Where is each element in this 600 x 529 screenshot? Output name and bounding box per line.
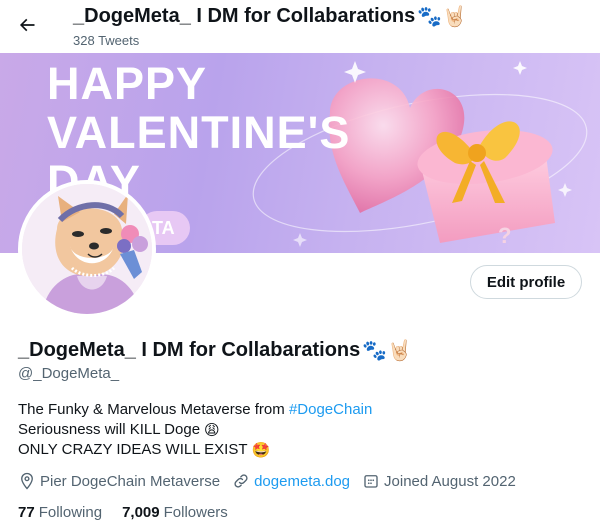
weary-face-emoji: 😩 [204, 421, 220, 439]
star-struck-emoji: 🤩 [251, 441, 271, 459]
website-item[interactable]: dogemeta.dog [232, 472, 350, 490]
profile-header-bar: _DogeMeta_ I DM for Collabarations 🐾🤘🏻 3… [0, 0, 600, 53]
profile-display-name: _DogeMeta_ I DM for Collabarations 🐾🤘🏻 [18, 338, 412, 362]
location-text: Pier DogeChain Metaverse [40, 472, 221, 490]
profile-bio: The Funky & Marvelous Metaverse from #Do… [18, 400, 372, 460]
header-title: _DogeMeta_ I DM for Collabarations 🐾🤘🏻 [73, 4, 467, 28]
banner-line: HAPPY [47, 58, 208, 109]
avatar[interactable] [18, 180, 156, 318]
header-title-text: _DogeMeta_ I DM for Collabarations [73, 4, 416, 27]
followers-label: Followers [163, 504, 228, 521]
bio-text: ONLY CRAZY IDEAS WILL EXIST [18, 441, 248, 458]
following-label: Following [38, 504, 103, 521]
profile-handle: @_DogeMeta_ [18, 365, 120, 382]
location-item: Pier DogeChain Metaverse [18, 472, 220, 490]
location-pin-icon [21, 472, 33, 490]
joined-item: Joined August 2022 [362, 472, 516, 490]
bio-line: ONLY CRAZY IDEAS WILL EXIST 🤩 [18, 440, 372, 460]
back-button[interactable] [8, 6, 46, 44]
bio-line: Seriousness will KILL Doge 😩 [18, 420, 372, 440]
following-count: 77 [18, 504, 35, 521]
website-link[interactable]: dogemeta.dog [254, 473, 350, 490]
arrow-left-icon [19, 18, 35, 32]
svg-text:?: ? [498, 223, 511, 248]
bio-text: The Funky & Marvelous Metaverse from [18, 401, 289, 418]
followers-count: 7,009 [122, 504, 160, 521]
banner-line: VALENTINE'S [47, 107, 351, 158]
display-name-text: _DogeMeta_ I DM for Collabarations [18, 338, 361, 361]
link-icon [234, 474, 248, 488]
header-title-emoji: 🐾🤘🏻 [417, 4, 468, 28]
profile-meta-row: Pier DogeChain Metaverse dogemeta.dog Jo… [18, 472, 528, 490]
following-link[interactable]: 77 Following [18, 504, 102, 521]
bio-text: Seriousness will KILL Doge [18, 421, 201, 438]
calendar-icon [364, 475, 378, 488]
edit-profile-button[interactable]: Edit profile [470, 265, 582, 299]
display-name-emoji: 🐾🤘🏻 [362, 338, 413, 362]
doge-avatar-image [22, 184, 152, 314]
followers-link[interactable]: 7,009 Followers [122, 504, 228, 521]
tweet-count: 328 Tweets [73, 33, 140, 48]
hashtag-link[interactable]: #DogeChain [289, 400, 372, 420]
follow-stats: 77 Following 7,009 Followers [18, 504, 248, 521]
joined-text: Joined August 2022 [384, 472, 516, 490]
bio-line: The Funky & Marvelous Metaverse from #Do… [18, 400, 372, 420]
